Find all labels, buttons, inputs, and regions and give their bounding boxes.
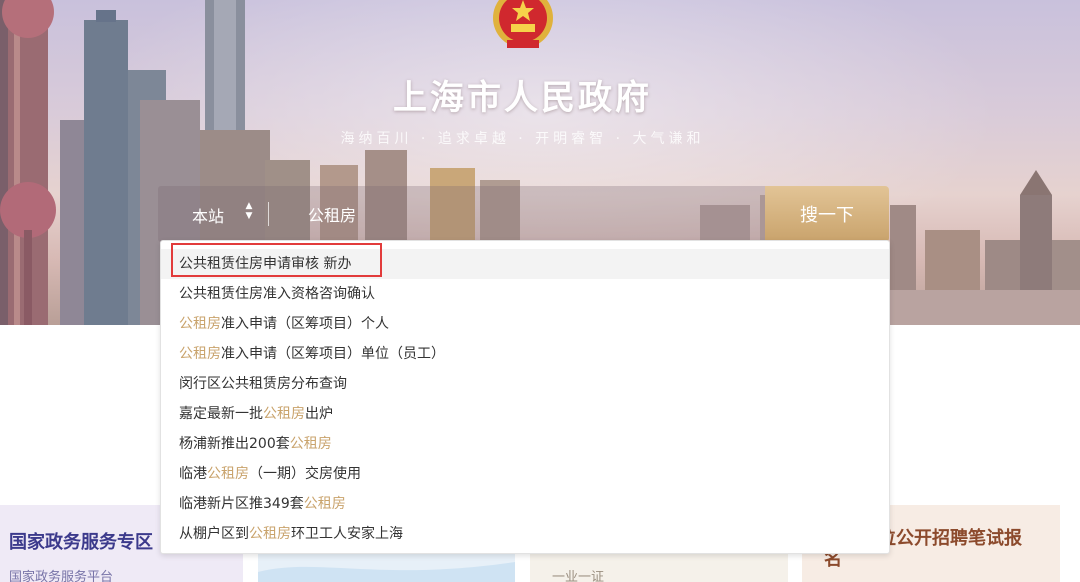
suggestion-item[interactable]: 闵行区公共租赁房分布查询 xyxy=(161,369,889,399)
suggestion-item[interactable]: 临港新片区推349套公租房 xyxy=(161,489,889,519)
suggestion-item[interactable]: 从棚户区到公租房环卫工人安家上海 xyxy=(161,519,889,549)
search-scope-select[interactable]: 本站 xyxy=(192,203,224,227)
suggestion-text: 从棚户区到 xyxy=(179,526,249,542)
suggestion-keyword-highlight: 公租房 xyxy=(179,346,221,362)
suggestion-text: 公共租赁住房准入资格咨询确认 xyxy=(179,286,375,302)
suggestion-text: 准入申请（区筹项目）单位（员工） xyxy=(221,346,445,362)
suggestion-text: 临港 xyxy=(179,466,207,482)
updown-arrows-icon[interactable]: ▲ ▼ xyxy=(244,201,254,225)
suggestion-keyword-highlight: 公租房 xyxy=(263,406,305,422)
card-subtitle: 一业一证 xyxy=(552,570,605,582)
suggestion-text: 出炉 xyxy=(305,406,333,422)
suggestion-item[interactable]: 公租房准入申请（区筹项目）个人 xyxy=(161,309,889,339)
suggestion-item[interactable]: 嘉定最新一批公租房出炉 xyxy=(161,399,889,429)
search-suggestions-dropdown: 公共租赁住房申请审核 新办 公共租赁住房准入资格咨询确认 公租房准入申请（区筹项… xyxy=(160,240,890,554)
suggestion-keyword-highlight: 公租房 xyxy=(303,496,346,512)
search-divider xyxy=(268,202,269,226)
selection-highlight-box xyxy=(171,243,382,277)
suggestion-text: （一期）交房使用 xyxy=(249,466,361,482)
suggestion-keyword-highlight: 公租房 xyxy=(179,316,221,332)
suggestion-keyword-highlight: 公租房 xyxy=(249,526,291,542)
wave-decoration xyxy=(258,562,515,582)
suggestion-keyword-highlight: 公租房 xyxy=(289,436,332,452)
national-emblem-icon xyxy=(493,0,553,48)
search-button[interactable]: 搜一下 xyxy=(765,186,889,242)
suggestion-item[interactable]: 临港公租房（一期）交房使用 xyxy=(161,459,889,489)
suggestion-item[interactable]: 杨浦新推出200套公租房 xyxy=(161,429,889,459)
card-title: 国家政务服务专区 xyxy=(9,532,153,553)
site-title: 上海市人民政府 xyxy=(393,78,652,118)
suggestion-item[interactable]: 公租房准入申请（区筹项目）单位（员工） xyxy=(161,339,889,369)
suggestion-text: 杨浦新推出200套 xyxy=(179,436,290,452)
card-subtitle: 国家政务服务平台 xyxy=(9,570,114,582)
site-slogan: 海纳百川 · 追求卓越 · 开明睿智 · 大气谦和 xyxy=(340,131,705,147)
suggestion-text: 闵行区公共租赁房分布查询 xyxy=(179,376,347,392)
suggestion-item[interactable]: 公共租赁住房准入资格咨询确认 xyxy=(161,279,889,309)
suggestion-text: 准入申请（区筹项目）个人 xyxy=(221,316,389,332)
search-input[interactable] xyxy=(308,198,748,230)
suggestion-text: 环卫工人安家上海 xyxy=(291,526,403,542)
search-bar: 本站 ▲▼ 搜一下 xyxy=(158,186,889,242)
suggestion-text: 嘉定最新一批 xyxy=(179,406,263,422)
suggestion-text: 临港新片区推349套 xyxy=(179,496,304,512)
suggestion-keyword-highlight: 公租房 xyxy=(207,466,249,482)
